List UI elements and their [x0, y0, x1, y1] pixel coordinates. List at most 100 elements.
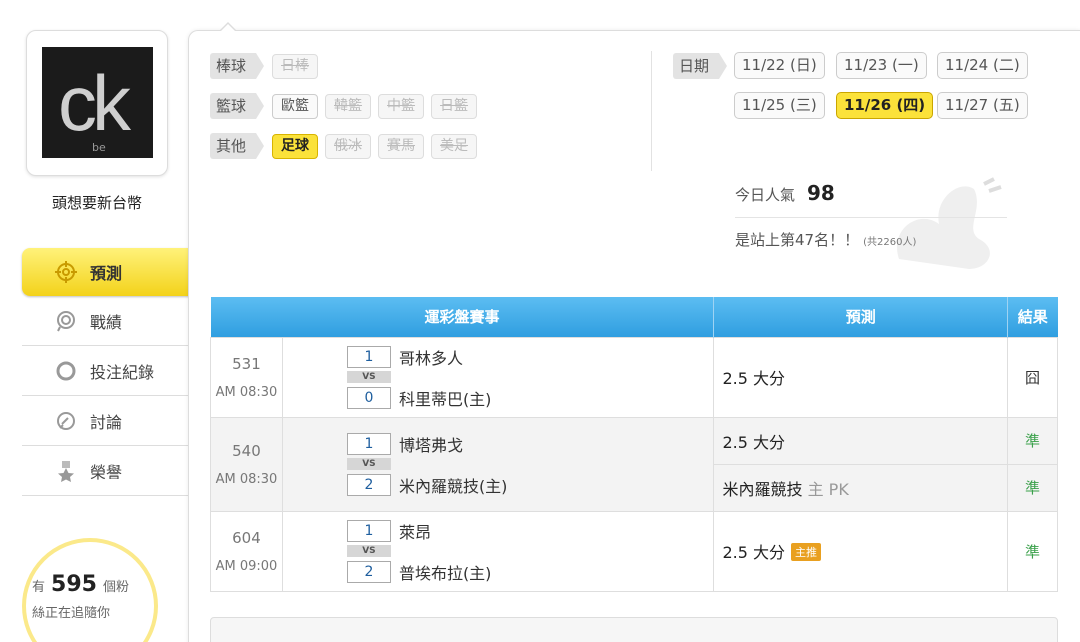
- main-panel: 棒球 日棒 籃球 歐籃 韓籃 中籃 日籃 其他 足球 俄冰 賽馬 美足 日期 1…: [188, 22, 1080, 642]
- fans-line-1: 有 595 個粉: [32, 572, 129, 597]
- vs-label: VS: [346, 458, 391, 470]
- date-chip[interactable]: 11/23 (一): [836, 52, 927, 79]
- game-time: AM 08:30: [215, 384, 278, 400]
- table-row: 540 AM 08:30 1 博塔弗戈 VS 2 米內羅競技(主) 2.5 大分 準: [210, 416, 1058, 512]
- team1-name[interactable]: 萊昂: [399, 519, 431, 543]
- prediction-cell: 2.5 大分 主推: [713, 510, 1009, 592]
- filter-divider: [651, 51, 652, 171]
- vs-label: VS: [346, 371, 391, 383]
- category-label: 籃球: [210, 93, 265, 119]
- nav-item-prediction[interactable]: 預測: [22, 248, 210, 296]
- date-chip[interactable]: 11/25 (三): [734, 92, 825, 119]
- fans-count: 595: [51, 572, 97, 597]
- result-cell: 準: [1007, 463, 1058, 512]
- date-chip-selected[interactable]: 11/26 (四): [836, 92, 934, 119]
- nav-label: 戰績: [90, 312, 123, 332]
- chip-euro-basketball[interactable]: 歐籃: [272, 93, 319, 119]
- bottom-panel: [210, 617, 1058, 642]
- honor-icon: [54, 459, 78, 483]
- date-chip[interactable]: 11/27 (五): [937, 92, 1028, 119]
- table-row: 604 AM 09:00 1 萊昂 VS 2 普埃布拉(主) 2.5 大分 主推 準: [210, 510, 1058, 592]
- medal-icon: [54, 309, 78, 333]
- category-label: 其他: [210, 133, 265, 159]
- date-chip[interactable]: 11/22 (日): [734, 52, 825, 79]
- chip-horse-racing[interactable]: 賽馬: [378, 133, 425, 159]
- table-row: 531 AM 08:30 1 哥林多人 VS 0 科里蒂巴(主) 2.5 大分 囧: [210, 336, 1058, 418]
- header-event: 運彩盤賽事: [210, 297, 715, 337]
- chip-soccer[interactable]: 足球: [272, 133, 319, 159]
- avatar[interactable]: ck be: [42, 47, 153, 158]
- category-row-other: 其他 足球 俄冰 賽馬 美足: [210, 133, 484, 159]
- popularity-value: 98: [807, 181, 835, 205]
- score-team1: 1: [346, 432, 391, 455]
- category-row-basketball: 籃球 歐籃 韓籃 中籃 日籃: [210, 93, 484, 119]
- game-number: 604: [232, 528, 261, 547]
- discussion-icon: [54, 409, 78, 433]
- prediction-text: 2.5 大分: [722, 543, 786, 562]
- username: 頭想要新台幣: [51, 194, 142, 212]
- avatar-logo-sub: be: [92, 141, 106, 154]
- chip-american-football[interactable]: 美足: [431, 133, 478, 159]
- popularity-label: 今日人氣: [735, 186, 796, 204]
- nav-label: 投注紀錄: [90, 362, 155, 382]
- chip-japan-baseball[interactable]: 日棒: [272, 53, 319, 79]
- nav-label: 預測: [90, 264, 123, 283]
- prediction-text: 米內羅競技: [722, 479, 803, 499]
- team1-name[interactable]: 博塔弗戈: [399, 432, 463, 456]
- team2-name[interactable]: 科里蒂巴(主): [399, 386, 492, 410]
- avatar-card: ck be: [26, 30, 168, 176]
- game-time: AM 08:30: [215, 471, 278, 487]
- fans-prefix: 有: [32, 580, 46, 595]
- rank-total: (共2260人): [863, 237, 917, 248]
- table-header: 運彩盤賽事 預測 結果: [210, 297, 1058, 337]
- result-cell: 準: [1007, 510, 1058, 592]
- game-number: 531: [232, 354, 261, 373]
- featured-badge: 主推: [791, 543, 822, 561]
- category-row-baseball: 棒球 日棒: [210, 53, 325, 79]
- nav-item-betting-history[interactable]: 投注紀錄: [22, 346, 188, 396]
- team2-name[interactable]: 普埃布拉(主): [399, 560, 492, 584]
- team2-name[interactable]: 米內羅競技(主): [399, 473, 508, 497]
- matchup-cell: 1 萊昂 VS 2 普埃布拉(主): [281, 510, 715, 592]
- nav-item-record[interactable]: 戰績: [22, 296, 188, 346]
- nav-item-honor[interactable]: 榮譽: [22, 446, 188, 496]
- matchup-cell: 1 哥林多人 VS 0 科里蒂巴(主): [281, 336, 715, 418]
- chip-china-basketball[interactable]: 中籃: [378, 93, 425, 119]
- date-label: 日期: [673, 53, 728, 79]
- date-chip[interactable]: 11/24 (二): [937, 52, 1028, 79]
- nav-label: 榮譽: [90, 462, 123, 482]
- prediction-cell: 米內羅競技 主 PK: [713, 463, 1009, 512]
- nav-item-discussion[interactable]: 討論: [22, 396, 188, 446]
- game-number: 540: [232, 441, 261, 460]
- prediction-table: 運彩盤賽事 預測 結果 531 AM 08:30 1 哥林多人 VS 0 科里蒂巴(…: [210, 297, 1058, 592]
- popularity-panel: 今日人氣 98 是站上第47名！！ (共2260人): [735, 181, 1007, 250]
- category-label: 棒球: [210, 53, 265, 79]
- chip-japan-basketball[interactable]: 日籃: [431, 93, 478, 119]
- score-team2: 2: [346, 473, 391, 496]
- date-row: 日期: [673, 53, 735, 79]
- result-cell: 準: [1007, 416, 1058, 465]
- prediction-extra: 主 PK: [807, 479, 849, 499]
- fans-counter[interactable]: 有 595 個粉 絲正在追隨你: [22, 538, 158, 642]
- vs-label: VS: [346, 545, 391, 557]
- score-team2: 0: [346, 386, 391, 409]
- rank-text: 是站上第47名！！: [735, 231, 860, 249]
- chip-korea-basketball[interactable]: 韓籃: [325, 93, 372, 119]
- game-number-cell: 604 AM 09:00: [210, 510, 283, 592]
- side-nav: 預測 戰績 投注紀錄 討論 榮譽: [22, 248, 210, 496]
- team1-name[interactable]: 哥林多人: [399, 345, 463, 369]
- chip-russia-hockey[interactable]: 俄冰: [325, 133, 372, 159]
- fans-line-2: 絲正在追隨你: [32, 606, 111, 621]
- game-time: AM 09:00: [215, 558, 278, 574]
- result-cell: 囧: [1007, 336, 1058, 418]
- score-team1: 1: [346, 519, 391, 542]
- prediction-cell: 2.5 大分: [713, 416, 1009, 465]
- circle-icon: [54, 359, 78, 383]
- target-icon: [54, 260, 78, 284]
- score-team1: 1: [346, 345, 391, 368]
- matchup-cell: 1 博塔弗戈 VS 2 米內羅競技(主): [281, 416, 715, 512]
- header-prediction: 預測: [713, 297, 1009, 337]
- fans-suffix: 個粉: [102, 580, 129, 595]
- game-number-cell: 531 AM 08:30: [210, 336, 283, 418]
- nav-label: 討論: [90, 412, 123, 432]
